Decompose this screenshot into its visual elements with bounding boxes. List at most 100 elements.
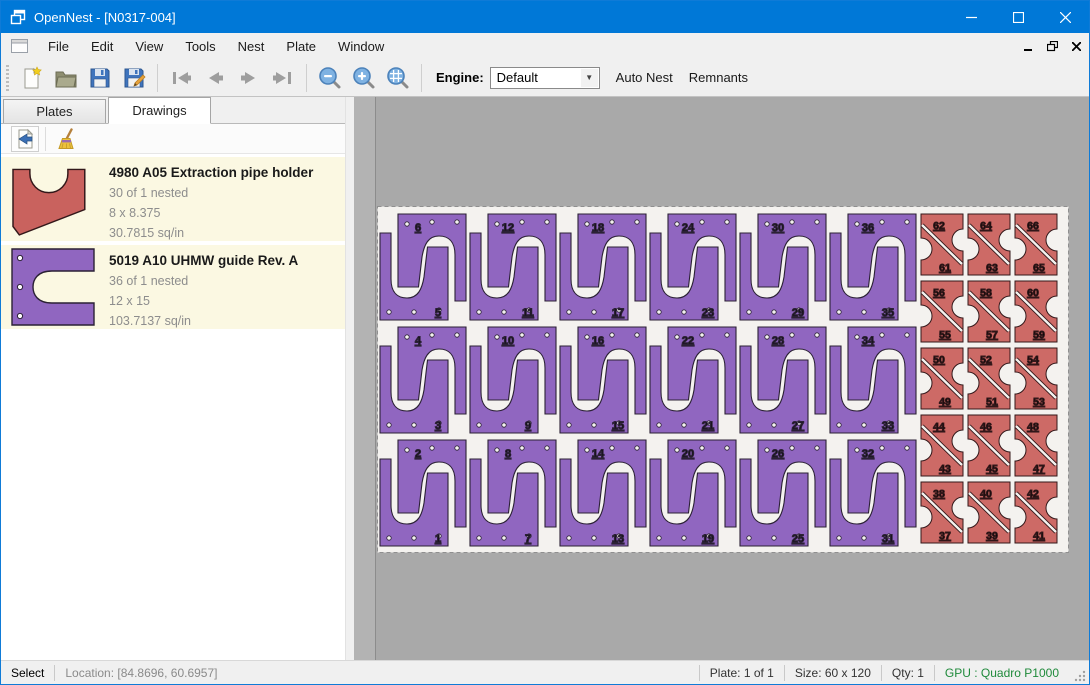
drawing-nested-count: 30 of 1 nested — [109, 183, 337, 203]
statusbar: Select Location: [84.8696, 60.6957] Plat… — [1, 660, 1089, 684]
child-restore-icon[interactable] — [1041, 36, 1063, 56]
zoom-out-button[interactable] — [313, 63, 347, 93]
clear-drawings-button[interactable] — [52, 126, 80, 152]
part-number: 19 — [702, 533, 714, 545]
part-number: 57 — [986, 329, 998, 341]
part-number: 29 — [792, 307, 804, 319]
go-previous-button[interactable] — [198, 63, 232, 93]
new-button[interactable] — [15, 63, 49, 93]
status-mode: Select — [1, 666, 54, 680]
nest-plate-svg[interactable]: 6512111817242330293635431091615222128273… — [377, 206, 1069, 553]
nest-view[interactable]: 6512111817242330293635431091615222128273… — [375, 97, 1089, 660]
resize-grip[interactable] — [1073, 669, 1087, 683]
child-close-icon[interactable] — [1065, 36, 1087, 56]
part-number: 37 — [939, 530, 951, 542]
go-first-button[interactable] — [164, 63, 198, 93]
part-number: 45 — [986, 463, 998, 475]
part-number: 60 — [1027, 287, 1039, 299]
drawing-thumbnail — [9, 162, 109, 236]
tab-drawings[interactable]: Drawings — [108, 97, 211, 124]
part-number: 43 — [939, 463, 951, 475]
part-number: 31 — [882, 533, 894, 545]
open-button[interactable] — [49, 63, 83, 93]
list-item[interactable]: 4980 A05 Extraction pipe holder 30 of 1 … — [1, 157, 345, 241]
tab-plates[interactable]: Plates — [3, 99, 106, 123]
part-number: 50 — [933, 354, 945, 366]
window-title: OpenNest - [N0317-004] — [34, 10, 176, 25]
toolbar-separator — [157, 64, 158, 92]
part-number: 40 — [980, 488, 992, 500]
part-number: 21 — [702, 420, 714, 432]
part-number: 20 — [682, 448, 694, 460]
maximize-button[interactable] — [995, 1, 1042, 33]
go-next-button[interactable] — [232, 63, 266, 93]
part-number: 48 — [1027, 421, 1039, 433]
part-number: 26 — [772, 448, 784, 460]
drawing-title: 5019 A10 UHMW guide Rev. A — [109, 253, 337, 268]
broom-icon — [67, 129, 72, 139]
part-number: 23 — [702, 307, 714, 319]
go-last-button[interactable] — [266, 63, 300, 93]
part-number: 17 — [612, 307, 624, 319]
menu-plate[interactable]: Plate — [275, 35, 327, 58]
part-number: 59 — [1033, 329, 1045, 341]
drawing-title: 4980 A05 Extraction pipe holder — [109, 165, 337, 180]
minimize-button[interactable] — [948, 1, 995, 33]
part-number: 4 — [415, 335, 422, 347]
part-number: 66 — [1027, 220, 1039, 232]
part-number: 15 — [612, 420, 624, 432]
app-icon — [10, 9, 26, 25]
part-number: 38 — [933, 488, 945, 500]
menu-file[interactable]: File — [37, 35, 80, 58]
part-number: 3 — [435, 420, 441, 432]
drawing-area: 103.7137 sq/in — [109, 311, 337, 331]
part-number: 25 — [792, 533, 804, 545]
panel-tabs: Plates Drawings — [1, 97, 345, 124]
toolbar-grip[interactable] — [6, 65, 9, 91]
zoom-in-button[interactable] — [347, 63, 381, 93]
menu-tools[interactable]: Tools — [174, 35, 226, 58]
part-number: 55 — [939, 329, 951, 341]
part-number: 14 — [592, 448, 605, 460]
part-number: 51 — [986, 396, 998, 408]
auto-nest-button[interactable]: Auto Nest — [608, 64, 681, 91]
drawing-nested-count: 36 of 1 nested — [109, 271, 337, 291]
part-number: 6 — [415, 222, 421, 234]
nest-canvas[interactable]: 6512111817242330293635431091615222128273… — [354, 97, 1089, 660]
left-panel: Plates Drawings 4980 A05 Extra — [1, 97, 346, 660]
part-number: 61 — [939, 262, 951, 274]
part-number: 64 — [980, 220, 992, 232]
part-number: 2 — [415, 448, 421, 460]
menu-view[interactable]: View — [124, 35, 174, 58]
toolbar-separator — [306, 64, 307, 92]
list-item[interactable]: 5019 A10 UHMW guide Rev. A 36 of 1 neste… — [1, 245, 345, 329]
menu-nest[interactable]: Nest — [227, 35, 276, 58]
panel-splitter[interactable] — [346, 97, 354, 660]
import-drawing-button[interactable] — [11, 126, 39, 152]
remnants-button[interactable]: Remnants — [681, 64, 756, 91]
status-gpu: GPU : Quadro P1000 — [935, 666, 1069, 680]
part-shape-red — [13, 169, 85, 234]
save-as-button[interactable] — [117, 63, 151, 93]
document-window-icon[interactable] — [11, 39, 28, 53]
part-number: 1 — [435, 533, 441, 545]
titlebar[interactable]: OpenNest - [N0317-004] — [1, 1, 1089, 33]
main-area: Plates Drawings 4980 A05 Extra — [1, 97, 1089, 660]
menu-window[interactable]: Window — [327, 35, 395, 58]
menu-edit[interactable]: Edit — [80, 35, 124, 58]
status-location: Location: [84.8696, 60.6957] — [55, 666, 227, 680]
part-number: 63 — [986, 262, 998, 274]
drawing-size: 8 x 8.375 — [109, 203, 337, 223]
engine-select[interactable]: Default ▼ — [490, 67, 600, 89]
zoom-fit-button[interactable] — [381, 63, 415, 93]
child-minimize-icon[interactable] — [1017, 36, 1039, 56]
part-number: 49 — [939, 396, 951, 408]
drawing-size: 12 x 15 — [109, 291, 337, 311]
save-button[interactable] — [83, 63, 117, 93]
part-number: 36 — [862, 222, 874, 234]
part-number: 13 — [612, 533, 624, 545]
close-button[interactable] — [1042, 1, 1089, 33]
chevron-down-icon[interactable]: ▼ — [581, 69, 598, 87]
status-qty: Qty: 1 — [882, 666, 934, 680]
part-number: 54 — [1027, 354, 1039, 366]
